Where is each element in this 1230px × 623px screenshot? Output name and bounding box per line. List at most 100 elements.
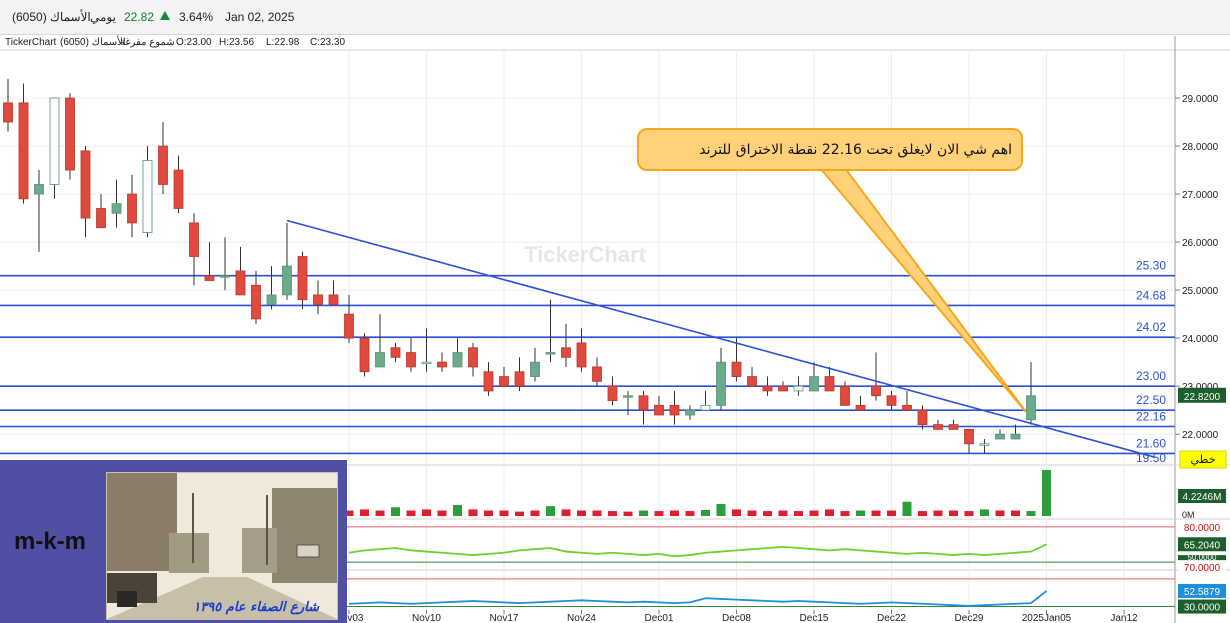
volume-bar <box>995 510 1005 516</box>
trendline[interactable] <box>286 219 1156 459</box>
x-tick-label: Dec22 <box>877 613 906 623</box>
volume-bar <box>747 510 757 516</box>
candle-body <box>499 376 509 387</box>
candle-body <box>34 184 44 195</box>
x-tick-label: Dec29 <box>955 613 984 623</box>
volume-bar <box>406 510 416 516</box>
candle-body <box>685 409 695 416</box>
x-tick-label: Jan12 <box>1110 613 1138 623</box>
volume-bar <box>499 510 509 516</box>
volume-zero-label: 0M <box>1182 510 1195 520</box>
street-photo: شارع الصفاء عام ١٣٩٥ <box>106 472 338 620</box>
level-label: 23.00 <box>1136 369 1166 383</box>
candle-body <box>607 385 618 401</box>
candle-body <box>778 385 788 392</box>
cci-line <box>348 590 1048 607</box>
volume-bar <box>871 510 881 516</box>
volume-bar <box>546 506 555 516</box>
candle-body <box>561 347 571 358</box>
candle-body <box>933 424 943 430</box>
candle-body <box>297 256 308 301</box>
x-tick-label: Dec08 <box>722 613 751 623</box>
x-tick-label: Nov17 <box>490 613 519 623</box>
volume-bar <box>980 509 989 516</box>
volume-bar <box>809 510 819 516</box>
y-tick-label: 28.0000 <box>1182 142 1219 153</box>
candle-body <box>530 361 540 377</box>
candle-body <box>1010 433 1021 440</box>
volume-bar <box>484 510 493 516</box>
candle-body <box>669 404 680 416</box>
cci-value-label: 52.5879 <box>1184 587 1221 598</box>
candle-body <box>375 352 385 368</box>
volume-bar <box>763 511 772 516</box>
volume-bar <box>530 510 540 516</box>
volume-bar <box>391 507 400 516</box>
rsi-lower-label: 70.0000 <box>1184 563 1221 574</box>
cci-indicator <box>347 578 1175 608</box>
volume-bar <box>515 511 524 516</box>
date-axis-labels: Nov03 Nov10 Nov17 Nov24 Dec01 Dec08 Dec15 Dec22… <box>335 610 1138 623</box>
volume-bar <box>856 510 865 516</box>
volume-bar <box>732 509 741 516</box>
mkm-overlay-panel: m-k-m شارع الصفاء عام ١٣٩٥ <box>0 460 347 623</box>
candle-body <box>654 404 664 416</box>
volume-bar <box>716 503 726 516</box>
level-label: 24.68 <box>1136 288 1166 302</box>
price-badge-text: 22.8200 <box>1184 392 1221 403</box>
volume-bar <box>1042 470 1051 516</box>
y-tick-label: 25.0000 <box>1182 286 1219 297</box>
candle-body <box>406 352 416 368</box>
x-tick-label: 2025Jan05 <box>1022 613 1072 623</box>
candle-body <box>266 294 277 305</box>
candle-body <box>638 395 649 411</box>
volume-bar <box>654 511 664 516</box>
volume-bar <box>840 511 850 516</box>
volume-bar <box>375 510 385 516</box>
volume-bar <box>1026 511 1036 516</box>
volume-bar <box>360 509 369 516</box>
candle-body <box>623 395 633 398</box>
volume-bar <box>949 510 958 516</box>
volume-bar <box>685 511 695 516</box>
candle-body <box>762 385 773 392</box>
street-photo-image <box>107 473 337 619</box>
candle-body <box>979 443 990 446</box>
x-tick-label: Nov24 <box>567 613 596 623</box>
volume-bar <box>1011 510 1020 516</box>
candle-body <box>855 404 866 411</box>
candle-body <box>514 371 525 387</box>
candle-body <box>886 395 897 406</box>
candle-body <box>824 376 835 392</box>
candle-body <box>282 265 292 296</box>
candle-body <box>483 371 494 392</box>
volume-bar <box>437 510 447 516</box>
y-tick-label: 29.0000 <box>1182 94 1219 105</box>
level-label: 25.30 <box>1136 259 1166 273</box>
candle-body <box>948 424 959 430</box>
rsi-indicator <box>347 526 1175 563</box>
rsi-value-label: 65.2040 <box>1184 540 1221 551</box>
candle-body <box>158 145 168 185</box>
volume-bar <box>577 510 586 516</box>
line-type-badge[interactable]: خطي <box>1179 450 1227 469</box>
level-label: 19.50 <box>1136 451 1166 465</box>
candle-body <box>3 102 13 123</box>
watermark: TickerChart <box>524 242 647 267</box>
candle-body <box>80 150 91 219</box>
y-tick-label: 22.0000 <box>1182 430 1219 441</box>
volume-bar <box>670 510 679 516</box>
y-tick-label: 27.0000 <box>1182 190 1219 201</box>
volume-bar <box>468 509 478 516</box>
photo-caption: شارع الصفاء عام ١٣٩٥ <box>193 600 319 615</box>
line-type-text: خطي <box>1191 453 1216 466</box>
x-tick-label: Dec01 <box>645 613 674 623</box>
volume-bar <box>701 509 710 516</box>
volume-bar <box>608 511 617 516</box>
level-label: 22.50 <box>1136 393 1166 407</box>
x-tick-label: Dec15 <box>800 613 829 623</box>
volume-bars <box>344 470 1051 516</box>
candle-body <box>917 409 928 425</box>
candle-body <box>437 361 447 368</box>
candle-body <box>189 222 199 257</box>
